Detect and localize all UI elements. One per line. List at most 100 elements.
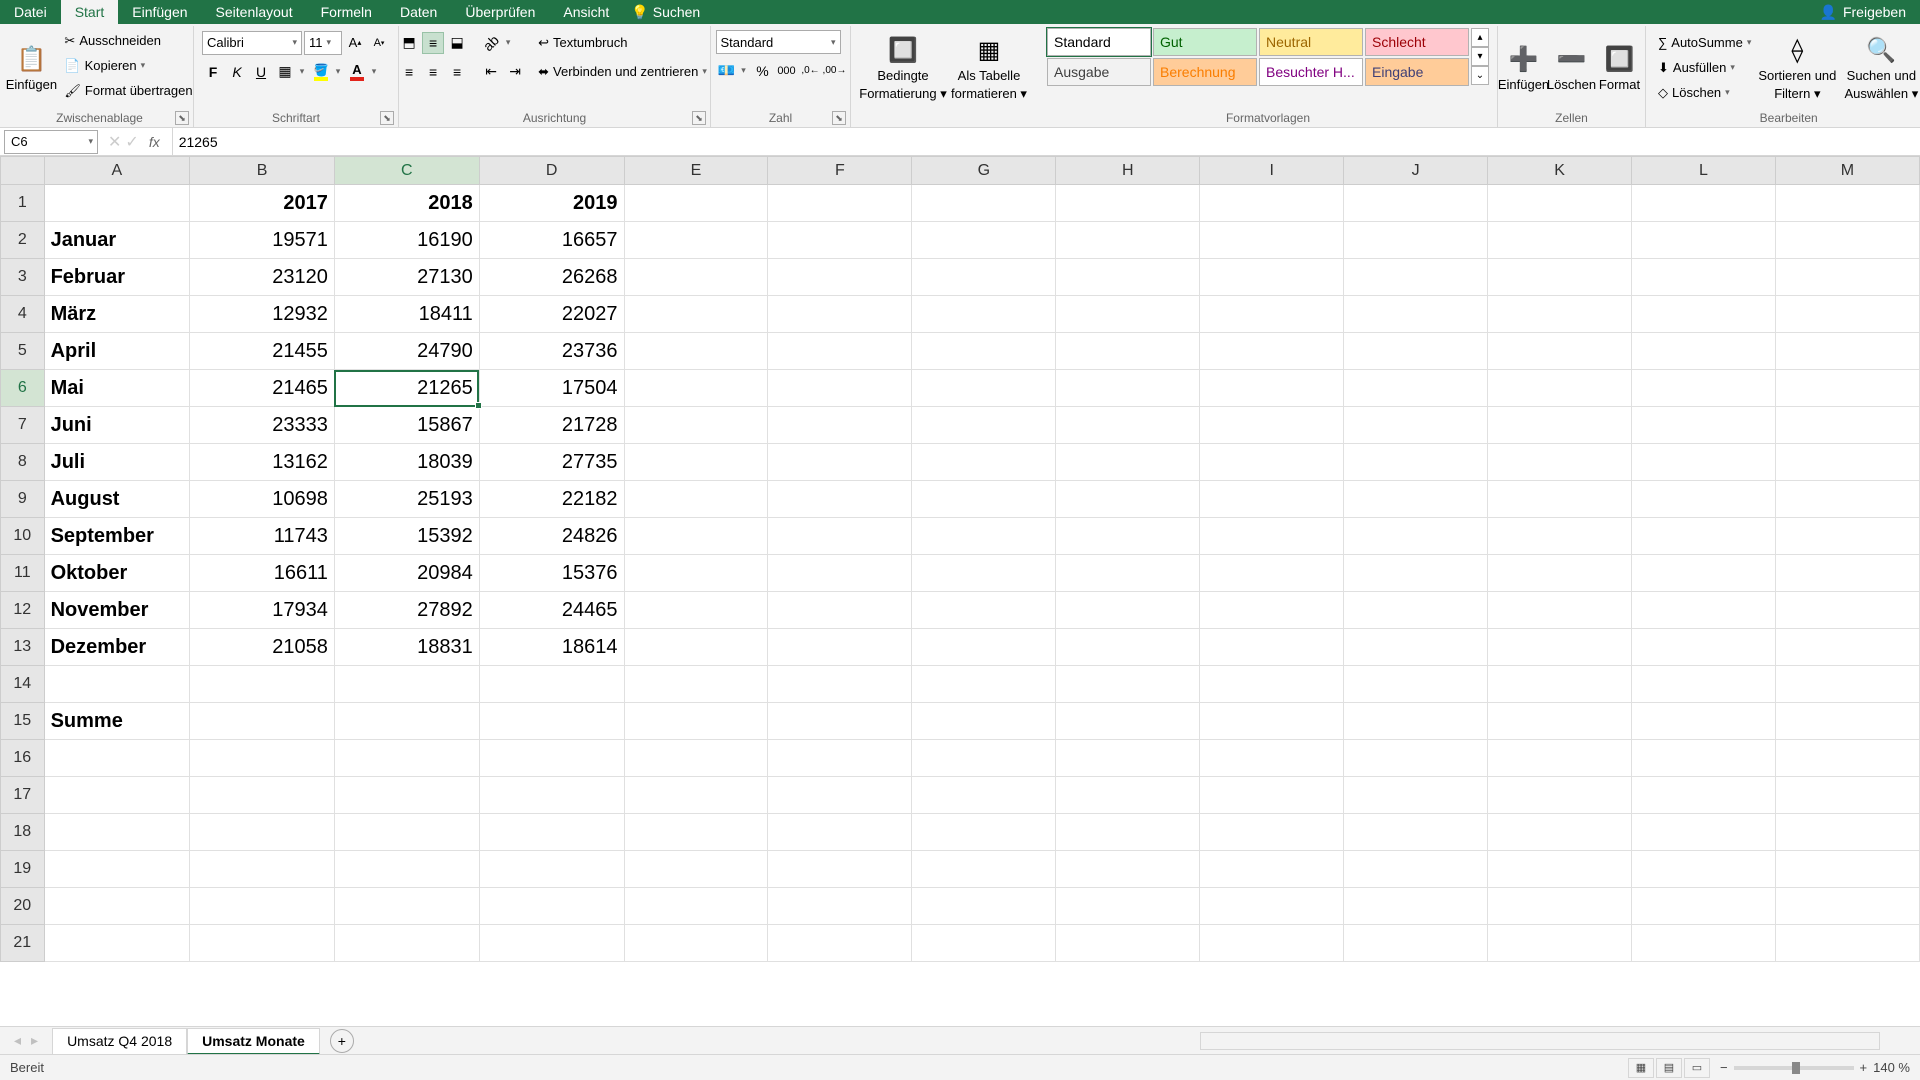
column-header-M[interactable]: M [1775,157,1919,185]
column-header-K[interactable]: K [1488,157,1632,185]
cell-E10[interactable] [624,518,768,555]
cell-M4[interactable] [1775,296,1919,333]
cell-C21[interactable] [334,925,479,962]
cell-I19[interactable] [1200,851,1344,888]
spreadsheet-grid[interactable]: ABCDEFGHIJKLM12017201820192Januar1957116… [0,156,1920,1026]
cell-C3[interactable]: 27130 [334,259,479,296]
cell-I15[interactable] [1200,703,1344,740]
cell-F12[interactable] [768,592,912,629]
number-format-select[interactable]: Standard▾ [716,30,841,54]
cell-A14[interactable] [44,666,190,703]
cell-M17[interactable] [1775,777,1919,814]
cell-A15[interactable]: Summe [44,703,190,740]
cell-I3[interactable] [1200,259,1344,296]
cell-M6[interactable] [1775,370,1919,407]
bold-button[interactable]: F [202,61,224,83]
cell-A9[interactable]: August [44,481,190,518]
column-header-H[interactable]: H [1056,157,1200,185]
borders-button[interactable]: ▦ [274,61,296,83]
clipboard-launcher[interactable]: ⬊ [175,111,189,125]
row-header-12[interactable]: 12 [1,592,45,629]
cell-H16[interactable] [1056,740,1200,777]
cell-K4[interactable] [1488,296,1632,333]
alignment-launcher[interactable]: ⬊ [692,111,706,125]
cell-G1[interactable] [912,185,1056,222]
page-layout-view-button[interactable]: ▤ [1656,1058,1682,1078]
cell-H21[interactable] [1056,925,1200,962]
cell-D11[interactable]: 15376 [479,555,624,592]
cell-L14[interactable] [1631,666,1775,703]
cell-H20[interactable] [1056,888,1200,925]
cell-D2[interactable]: 16657 [479,222,624,259]
cell-M18[interactable] [1775,814,1919,851]
cell-D16[interactable] [479,740,624,777]
cell-E3[interactable] [624,259,768,296]
cell-H17[interactable] [1056,777,1200,814]
cell-K10[interactable] [1488,518,1632,555]
cell-C9[interactable]: 25193 [334,481,479,518]
cell-G13[interactable] [912,629,1056,666]
percent-button[interactable]: % [752,60,774,82]
cell-E19[interactable] [624,851,768,888]
column-header-F[interactable]: F [768,157,912,185]
insert-cells-button[interactable]: ➕Einfügen [1500,28,1548,106]
cell-J8[interactable] [1344,444,1488,481]
gallery-down-button[interactable]: ▾ [1471,47,1489,66]
cell-M14[interactable] [1775,666,1919,703]
cell-E2[interactable] [624,222,768,259]
cell-J1[interactable] [1344,185,1488,222]
increase-decimal-button[interactable]: ,00→ [824,60,846,82]
cell-J5[interactable] [1344,333,1488,370]
cell-F19[interactable] [768,851,912,888]
underline-button[interactable]: U [250,61,272,83]
cell-M20[interactable] [1775,888,1919,925]
cell-A13[interactable]: Dezember [44,629,190,666]
cell-J12[interactable] [1344,592,1488,629]
cell-J19[interactable] [1344,851,1488,888]
cell-H14[interactable] [1056,666,1200,703]
cell-C10[interactable]: 15392 [334,518,479,555]
cell-K11[interactable] [1488,555,1632,592]
decrease-font-button[interactable]: A▾ [368,32,390,54]
cell-D14[interactable] [479,666,624,703]
cell-I16[interactable] [1200,740,1344,777]
cell-F8[interactable] [768,444,912,481]
cell-M12[interactable] [1775,592,1919,629]
cell-M21[interactable] [1775,925,1919,962]
cell-D10[interactable]: 24826 [479,518,624,555]
cell-J3[interactable] [1344,259,1488,296]
row-header-6[interactable]: 6 [1,370,45,407]
cell-style-1[interactable]: Gut [1153,28,1257,56]
cell-E5[interactable] [624,333,768,370]
delete-cells-button[interactable]: ➖Löschen [1548,28,1596,106]
cell-F10[interactable] [768,518,912,555]
cell-H11[interactable] [1056,555,1200,592]
cell-I14[interactable] [1200,666,1344,703]
cell-F2[interactable] [768,222,912,259]
cell-A12[interactable]: November [44,592,190,629]
row-header-21[interactable]: 21 [1,925,45,962]
cell-D9[interactable]: 22182 [479,481,624,518]
cell-L16[interactable] [1631,740,1775,777]
cell-G7[interactable] [912,407,1056,444]
cell-I18[interactable] [1200,814,1344,851]
cell-C4[interactable]: 18411 [334,296,479,333]
cell-L10[interactable] [1631,518,1775,555]
cell-D20[interactable] [479,888,624,925]
cell-G9[interactable] [912,481,1056,518]
cell-L17[interactable] [1631,777,1775,814]
align-bottom-button[interactable]: ⬓ [446,32,468,54]
cell-style-6[interactable]: Besuchter H... [1259,58,1363,86]
cell-C19[interactable] [334,851,479,888]
decrease-indent-button[interactable]: ⇤ [480,61,502,83]
cell-D21[interactable] [479,925,624,962]
cell-M19[interactable] [1775,851,1919,888]
cell-L1[interactable] [1631,185,1775,222]
format-as-table-button[interactable]: ▦ Als Tabelle formatieren ▾ [947,28,1031,106]
cell-K8[interactable] [1488,444,1632,481]
cell-D8[interactable]: 27735 [479,444,624,481]
cell-G17[interactable] [912,777,1056,814]
thousands-button[interactable]: 000 [776,60,798,82]
cell-L7[interactable] [1631,407,1775,444]
cell-J14[interactable] [1344,666,1488,703]
